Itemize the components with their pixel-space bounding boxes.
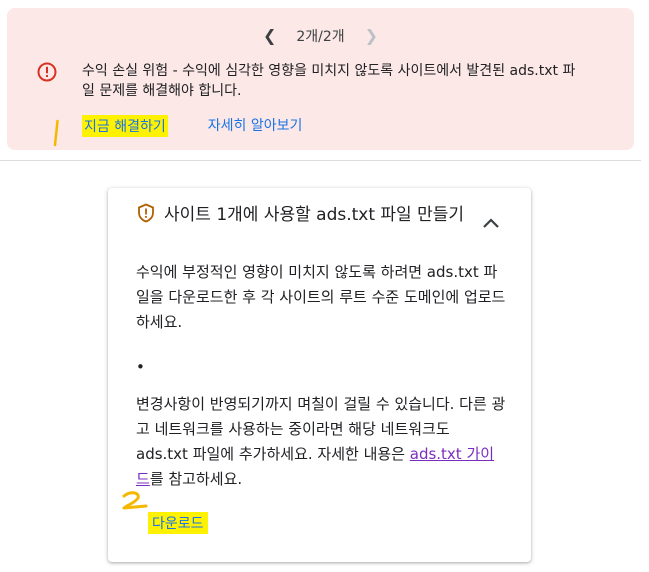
card-paragraph-2: 변경사항이 반영되기까지 며칠이 걸릴 수 있습니다. 다른 광고 네트워크를 … <box>136 392 506 492</box>
card-title: 사이트 1개에 사용할 ads.txt 파일 만들기 <box>164 205 465 225</box>
chevron-right-icon[interactable]: ❯ <box>365 28 378 44</box>
card-paragraph-2-end: 를 참고하세요. <box>149 470 243 488</box>
section-divider <box>0 160 641 161</box>
learn-more-link[interactable]: 자세히 알아보기 <box>208 115 303 137</box>
alert-pager: ❮ 2개/2개 ❯ <box>7 26 634 46</box>
alert-actions: 지금 해결하기 자세히 알아보기 <box>82 115 302 137</box>
bullet-point: • <box>136 358 145 376</box>
annotation-mark-1 <box>53 119 59 147</box>
fix-now-button[interactable]: 지금 해결하기 <box>82 115 168 137</box>
chevron-left-icon[interactable]: ❮ <box>263 28 276 44</box>
error-icon <box>37 62 57 82</box>
ads-txt-card: 사이트 1개에 사용할 ads.txt 파일 만들기 수익에 부정적인 영향이 … <box>108 188 531 562</box>
annotation-mark-2 <box>122 491 148 510</box>
alert-message: 수익 손실 위험 - 수익에 심각한 영향을 미치지 않도록 사이트에서 발견된… <box>82 63 576 99</box>
pager-count: 2개/2개 <box>296 29 345 45</box>
download-button[interactable]: 다운로드 <box>148 512 208 534</box>
chevron-up-icon[interactable] <box>481 216 501 230</box>
card-paragraph-1: 수익에 부정적인 영향이 미치지 않도록 하려면 ads.txt 파일을 다운로… <box>136 263 506 331</box>
card-body: 수익에 부정적인 영향이 미치지 않도록 하려면 ads.txt 파일을 다운로… <box>136 260 506 492</box>
revenue-risk-alert: ❮ 2개/2개 ❯ 수익 손실 위험 - 수익에 심각한 영향을 미치지 않도록… <box>7 8 634 150</box>
shield-warning-icon <box>138 203 154 223</box>
card-header: 사이트 1개에 사용할 ads.txt 파일 만들기 <box>136 202 466 228</box>
